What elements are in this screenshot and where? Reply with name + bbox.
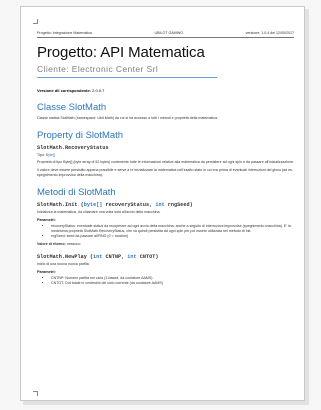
methods-heading: Metodi di SlotMath xyxy=(37,187,116,198)
property-type-label: Tipo: xyxy=(37,153,45,157)
init-name: SlotMath.Init xyxy=(37,202,78,208)
init-return-label: Valore di ritorno: xyxy=(37,242,66,246)
dll-version-label: Versione dll corrispondente: xyxy=(37,88,92,93)
newplay-param2-type: int xyxy=(127,254,137,260)
list-item: recoveryStatus: eventuale status da recu… xyxy=(51,224,295,234)
newplay-signature: SlotMath.NewPlay (int CNTNP, int CNTOT) xyxy=(37,254,295,260)
init-signature: SlotMath.Init (byte[] recoveryStatus, in… xyxy=(37,202,295,208)
subtitle-rule xyxy=(37,77,217,78)
newplay-name: SlotMath.NewPlay xyxy=(37,254,87,260)
newplay-param1-type: int xyxy=(93,254,103,260)
document-title: Progetto: API Matematica xyxy=(37,44,205,61)
document-body: Versione dll corrispondente: 2.0.0.7 Cla… xyxy=(37,88,295,289)
init-return-value: nessuno. xyxy=(66,242,82,246)
property-heading: Property di SlotMath xyxy=(37,130,124,141)
newplay-param2-name: CNTOT) xyxy=(136,254,159,260)
header-project: Progetto: Integrazione Matematica xyxy=(37,31,92,35)
list-item: CNTOT: Out totale in centesimi del ciclo… xyxy=(51,281,295,286)
init-param2-name: rngSeed) xyxy=(164,202,193,208)
init-params-list: recoveryStatus: eventuale status da recu… xyxy=(37,224,295,239)
page-header: Progetto: Integrazione Matematica UBILOT… xyxy=(37,31,294,38)
newplay-params-label: Parametri: xyxy=(37,270,56,274)
property-note: Il valore deve essere persistito appena … xyxy=(37,168,293,177)
dll-version: Versione dll corrispondente: 2.0.0.7 xyxy=(37,88,295,93)
class-description: Classe statica SlotMath (namespace: Ubit… xyxy=(37,116,218,120)
document-page: Progetto: Integrazione Matematica UBILOT… xyxy=(20,6,305,401)
init-params-label: Parametri: xyxy=(37,218,56,222)
dll-version-value: 2.0.0.7 xyxy=(92,88,105,93)
header-version: versione: 1.0.4 del 12/05/2017 xyxy=(245,31,294,35)
document-subtitle: Cliente: Electronic Center Srl xyxy=(37,64,159,74)
header-company: UBILOT GAMING xyxy=(154,31,184,35)
init-param1-name: recoveryStatus, xyxy=(102,202,156,208)
list-item: rngSeed: seed da passare all'RNG (0 = ra… xyxy=(51,234,295,239)
class-heading: Classe SlotMath xyxy=(37,102,107,113)
crop-mark-top xyxy=(33,19,38,24)
newplay-params-list: CNTNP: Numero partita nel ciclo (1-based… xyxy=(37,276,295,286)
newplay-description: Inizio di una nuova nuova partita xyxy=(37,262,89,266)
init-return: Valore di ritorno: nessuno. xyxy=(37,242,295,246)
init-description: Inizializza la matematica, da chiamare u… xyxy=(37,210,161,214)
init-param2-type: int xyxy=(155,202,165,208)
init-param1-type: byte[] xyxy=(83,202,103,208)
property-signature: SlotMath.RecoveryStatus xyxy=(37,145,109,151)
property-type: Tipo: Byte[] xyxy=(37,153,295,157)
property-type-value: Byte[] xyxy=(45,153,56,157)
crop-mark-bottom xyxy=(33,391,38,396)
newplay-param1-name: CNTNP, xyxy=(102,254,128,260)
property-description: Proprietà di tipo Byte[] (byte array di … xyxy=(37,160,294,164)
